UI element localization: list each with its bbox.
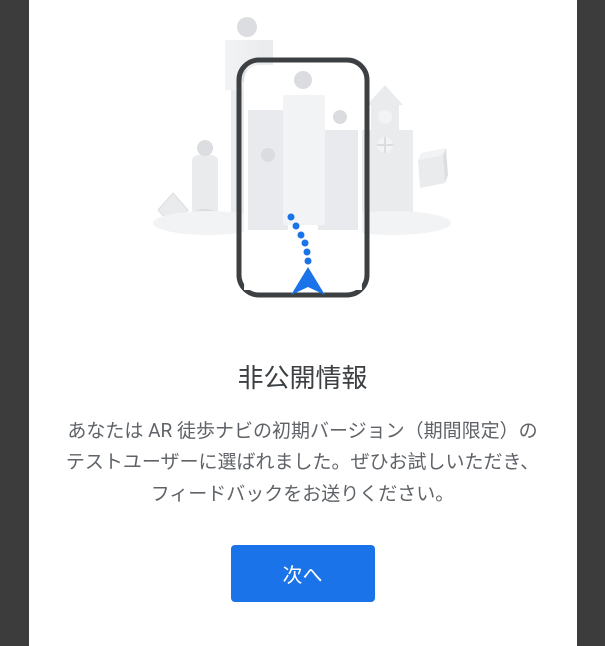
onboarding-dialog: 非公開情報 あなたは AR 徒歩ナビの初期バージョン（期間限定）のテストユーザー… [29, 0, 577, 646]
illustration-container [53, 0, 553, 330]
dialog-description: あなたは AR 徒歩ナビの初期バージョン（期間限定）のテストユーザーに選ばれまし… [53, 415, 553, 509]
ar-navigation-illustration-icon [113, 15, 493, 315]
next-button[interactable]: 次へ [231, 545, 375, 602]
dialog-title: 非公開情報 [237, 358, 367, 395]
